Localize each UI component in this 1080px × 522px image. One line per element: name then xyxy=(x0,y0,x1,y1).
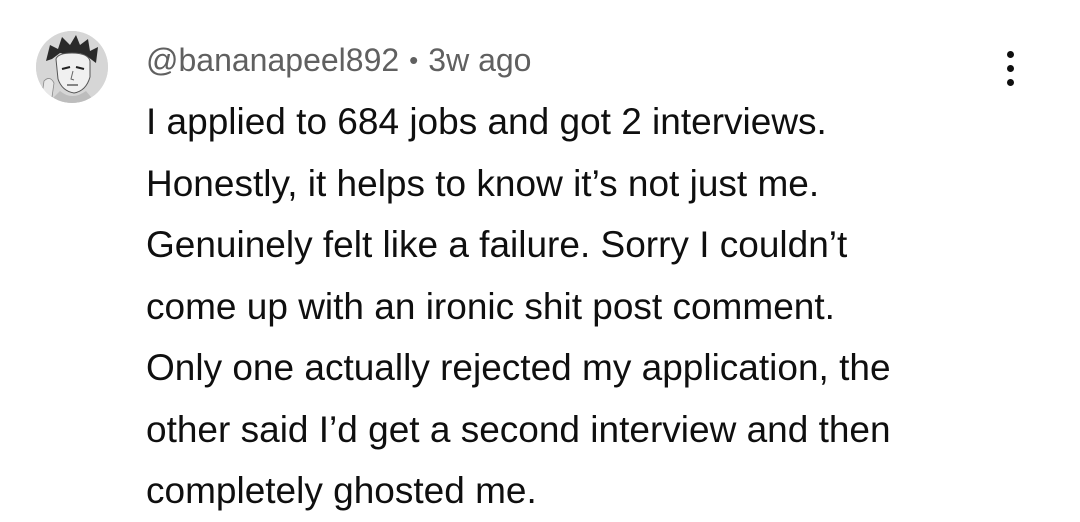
comment-line: completely ghosted me. xyxy=(146,470,537,511)
comment-thread-item: @bananapeel892 • 3w ago I applied to 684… xyxy=(0,0,1080,511)
comment-line: Honestly, it helps to know it’s not just… xyxy=(146,162,820,204)
more-vertical-icon-dot xyxy=(1006,78,1014,86)
avatar[interactable] xyxy=(36,31,108,103)
comment-line: come up with an ironic shit post comment… xyxy=(146,285,835,327)
comment-line: I applied to 684 jobs and got 2 intervie… xyxy=(146,101,827,142)
avatar-portrait-icon xyxy=(36,31,108,103)
more-vertical-icon-dot xyxy=(1006,64,1014,72)
more-options-button[interactable] xyxy=(990,44,1030,92)
comment-timestamp[interactable]: 3w ago xyxy=(428,42,531,79)
more-vertical-icon-dot xyxy=(1006,50,1014,58)
comment-body: I applied to 684 jobs and got 2 intervie… xyxy=(146,91,1026,522)
meta-separator: • xyxy=(409,44,419,75)
author-handle[interactable]: @bananapeel892 xyxy=(146,42,399,79)
comment-line: other said I’d get a second interview an… xyxy=(146,408,891,450)
comment-header: @bananapeel892 • 3w ago xyxy=(146,38,531,82)
comment-line: Only one actually rejected my applicatio… xyxy=(146,347,891,388)
comment-line: Genuinely felt like a failure. Sorry I c… xyxy=(146,224,848,265)
